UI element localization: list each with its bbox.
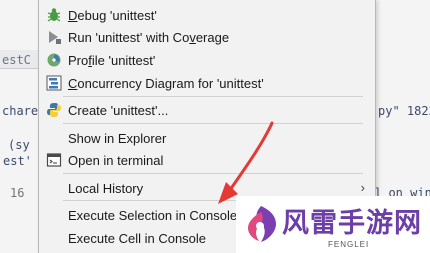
watermark-text: 风雷手游网 <box>282 208 422 239</box>
watermark-subtext: FENGLEI <box>328 240 370 249</box>
fenglei-logo-icon <box>248 206 276 242</box>
watermark-logo: 风雷手游网 FENGLEI <box>236 196 430 253</box>
